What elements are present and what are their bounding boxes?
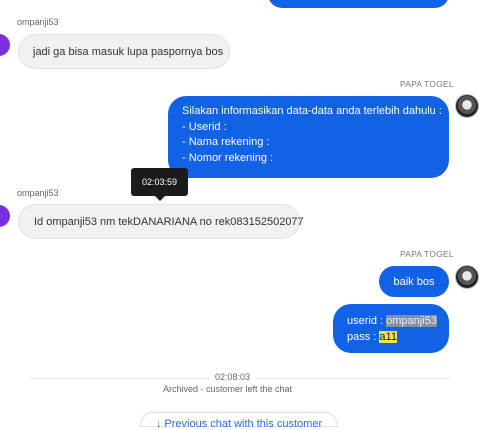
message-line: Silakan informasikan data-data anda terl… [182,105,442,117]
sender-name: ompanji53 [17,188,59,198]
message-bubble-agent-partial [268,0,449,8]
message-bubble-customer[interactable]: Id ompanji53 nm tekDANARIANA no rek08315… [18,204,304,239]
end-time: 02:08:03 [215,372,251,382]
agent-avatar [455,265,479,289]
userid-value: ompanji53 [386,315,437,327]
message-bubble-customer: jadi ga bisa masuk lupa paspornya bos [18,34,230,69]
pass-label: pass : [347,331,377,343]
previous-chat-button[interactable]: ↓ Previous chat with this customer [140,412,338,430]
message-text: baik bos [393,275,435,288]
message-text: jadi ga bisa masuk lupa paspornya bos [33,45,224,58]
message-bubble-agent: baik bos [379,266,449,297]
customer-avatar [0,34,10,56]
agent-avatar [455,94,479,118]
customer-avatar [0,205,10,227]
message-line: - Nomor rekening : [182,151,274,164]
previous-chat-label: ↓ Previous chat with this customer [155,418,323,430]
divider-left [30,378,210,379]
archived-status: Archived - customer left the chat [163,384,293,394]
pass-value: a11 [379,331,397,343]
message-bubble-agent: Silakan informasikan data-data anda terl… [168,96,449,178]
divider-right [258,378,450,379]
message-line: - Userid : [182,120,227,133]
timestamp-tooltip: 02:03:59 [131,168,188,201]
userid-line: userid : ompanji53 [347,313,449,329]
message-bubble-agent: userid : ompanji53 pass : a11 [333,304,449,353]
userid-label: userid : [347,315,384,327]
pass-line: pass : a11 [347,329,449,345]
agent-name: PAPA TOGEL [400,249,454,259]
message-line: - Nama rekening : [182,136,270,148]
tooltip-time: 02:03:59 [141,177,178,187]
agent-name: PAPA TOGEL [400,79,454,89]
sender-name: ompanji53 [17,17,59,27]
message-text: Id ompanji53 nm tekDANARIANA no rek08315… [34,215,304,228]
